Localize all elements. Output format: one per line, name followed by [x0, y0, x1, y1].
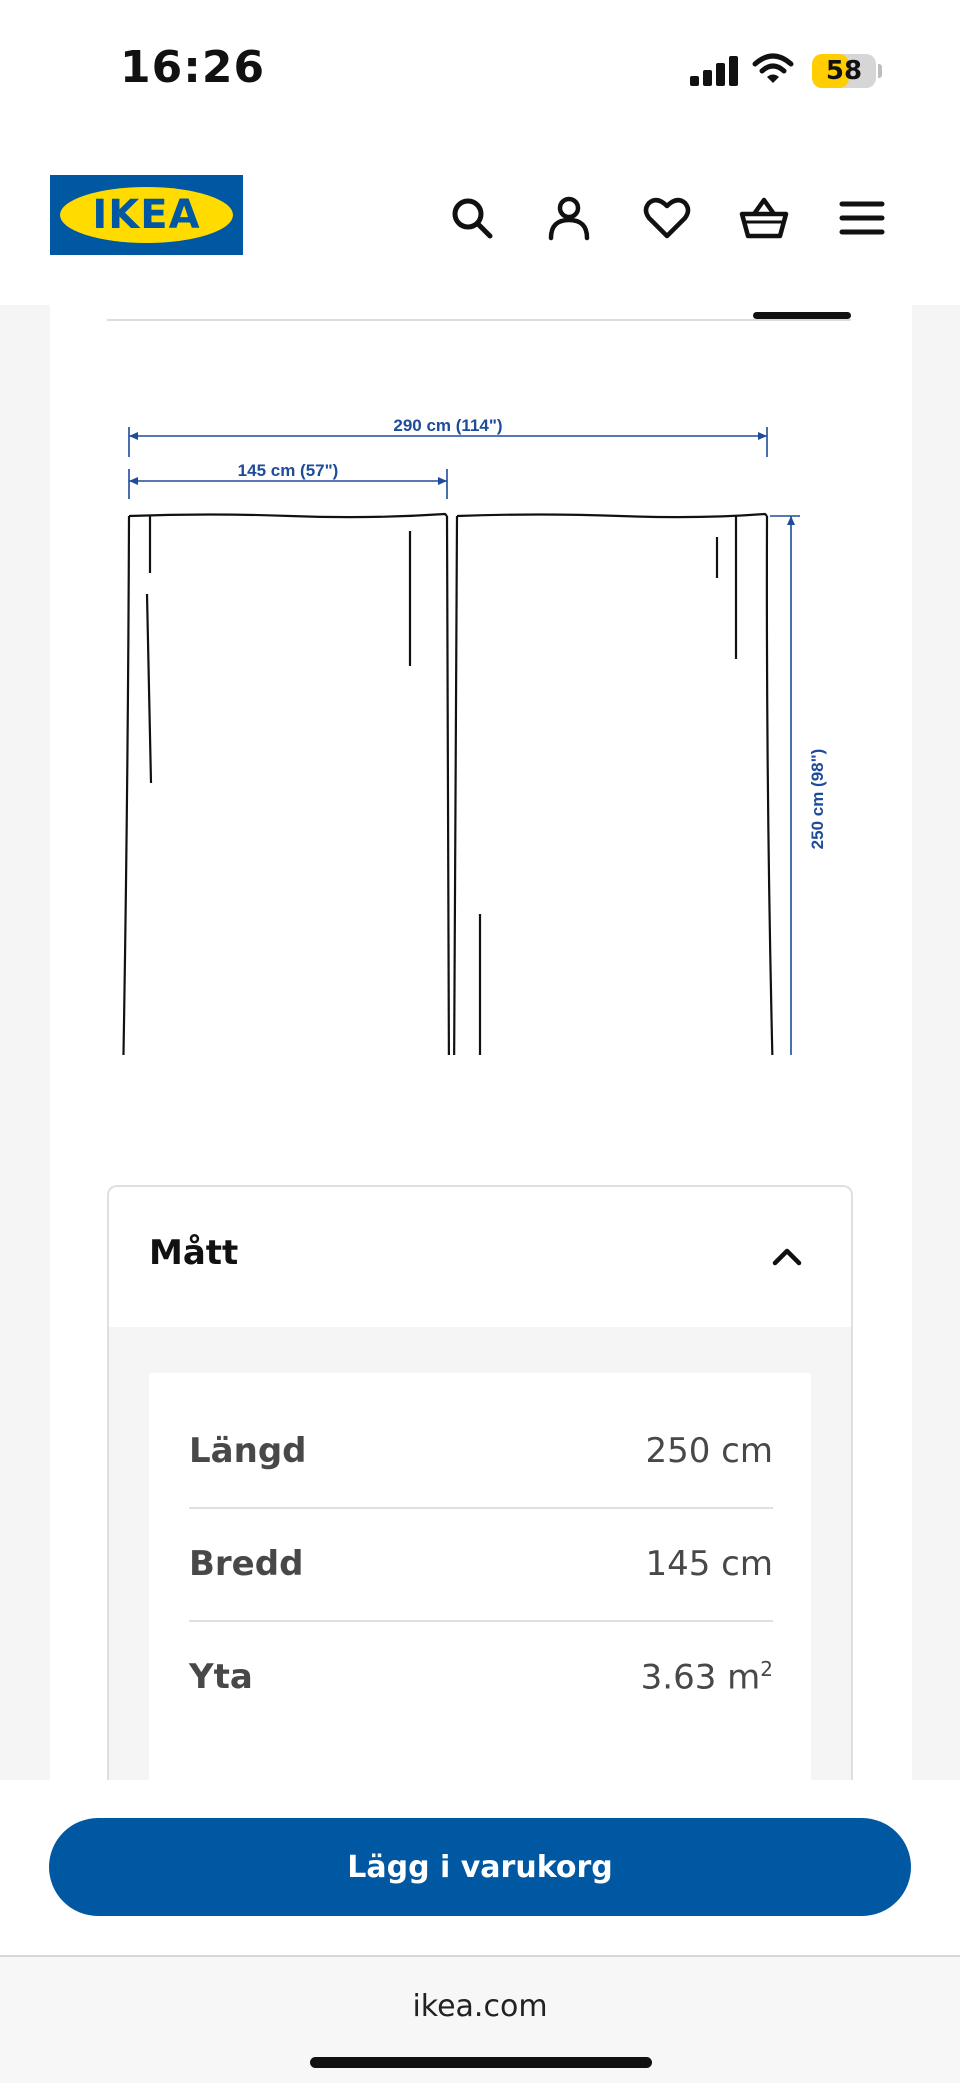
active-tab-indicator: [753, 312, 851, 319]
dimensions-accordion: Mått Längd 250 cm Bredd 145 cm Yta 3.63 …: [107, 1185, 853, 1787]
browser-address-bar: ikea.com: [0, 1955, 960, 2083]
status-bar: 16:26 58: [0, 0, 960, 140]
dimension-label: Bredd: [189, 1544, 304, 1584]
area-value-number: 3.63 m: [640, 1657, 761, 1698]
battery-percent: 58: [825, 56, 863, 86]
total-width-label: 290 cm (114"): [393, 416, 502, 435]
chevron-up-icon[interactable]: [767, 1237, 807, 1277]
url-text[interactable]: ikea.com: [0, 1989, 960, 2024]
logo-text: IKEA: [92, 192, 201, 238]
ikea-logo[interactable]: IKEA ®: [50, 175, 243, 255]
panel-width-label: 145 cm (57"): [238, 461, 339, 480]
logo-registered-mark: ®: [226, 185, 235, 195]
product-content-card: 290 cm (114") 145 cm (57") 250 cm (98") …: [50, 305, 912, 1787]
add-to-cart-bar: Lägg i varukorg: [0, 1780, 960, 1955]
wifi-icon: [752, 52, 794, 86]
dimension-row-length: Längd 250 cm: [189, 1397, 773, 1509]
height-label: 250 cm (98"): [808, 749, 827, 850]
curtain-dimension-drawing: 290 cm (114") 145 cm (57") 250 cm (98"): [122, 416, 827, 1055]
right-curtain-panel: [453, 512, 774, 1055]
area-unit-superscript: 2: [760, 1657, 773, 1681]
dimension-label: Yta: [189, 1657, 253, 1697]
dimensions-accordion-title: Mått: [149, 1233, 239, 1273]
cellular-signal-icon: [690, 56, 738, 86]
add-to-cart-button[interactable]: Lägg i varukorg: [49, 1818, 911, 1916]
shopping-basket-icon[interactable]: [738, 192, 790, 244]
dimension-row-width: Bredd 145 cm: [189, 1510, 773, 1622]
battery-cap: [878, 64, 882, 78]
dimension-value: 3.63 m2: [641, 1657, 773, 1697]
dimensions-table: Längd 250 cm Bredd 145 cm Yta 3.63 m2: [149, 1373, 811, 1787]
site-header: IKEA ®: [0, 140, 960, 305]
dimension-row-area: Yta 3.63 m2: [189, 1623, 773, 1735]
tab-divider: [107, 319, 851, 321]
home-indicator[interactable]: [310, 2057, 652, 2068]
search-icon[interactable]: [446, 192, 498, 244]
battery-icon: 58: [812, 54, 876, 88]
account-icon[interactable]: [543, 192, 595, 244]
dimension-value: 250 cm: [645, 1431, 773, 1471]
menu-hamburger-icon[interactable]: [836, 192, 888, 244]
status-time: 16:26: [120, 42, 266, 93]
row-divider: [189, 1620, 773, 1622]
row-divider: [189, 1507, 773, 1509]
left-curtain-panel: [122, 512, 450, 1055]
dimension-value: 145 cm: [645, 1544, 773, 1584]
dimensions-accordion-header[interactable]: Mått: [109, 1187, 851, 1327]
dimension-label: Längd: [189, 1431, 307, 1471]
favorites-heart-icon[interactable]: [641, 192, 693, 244]
